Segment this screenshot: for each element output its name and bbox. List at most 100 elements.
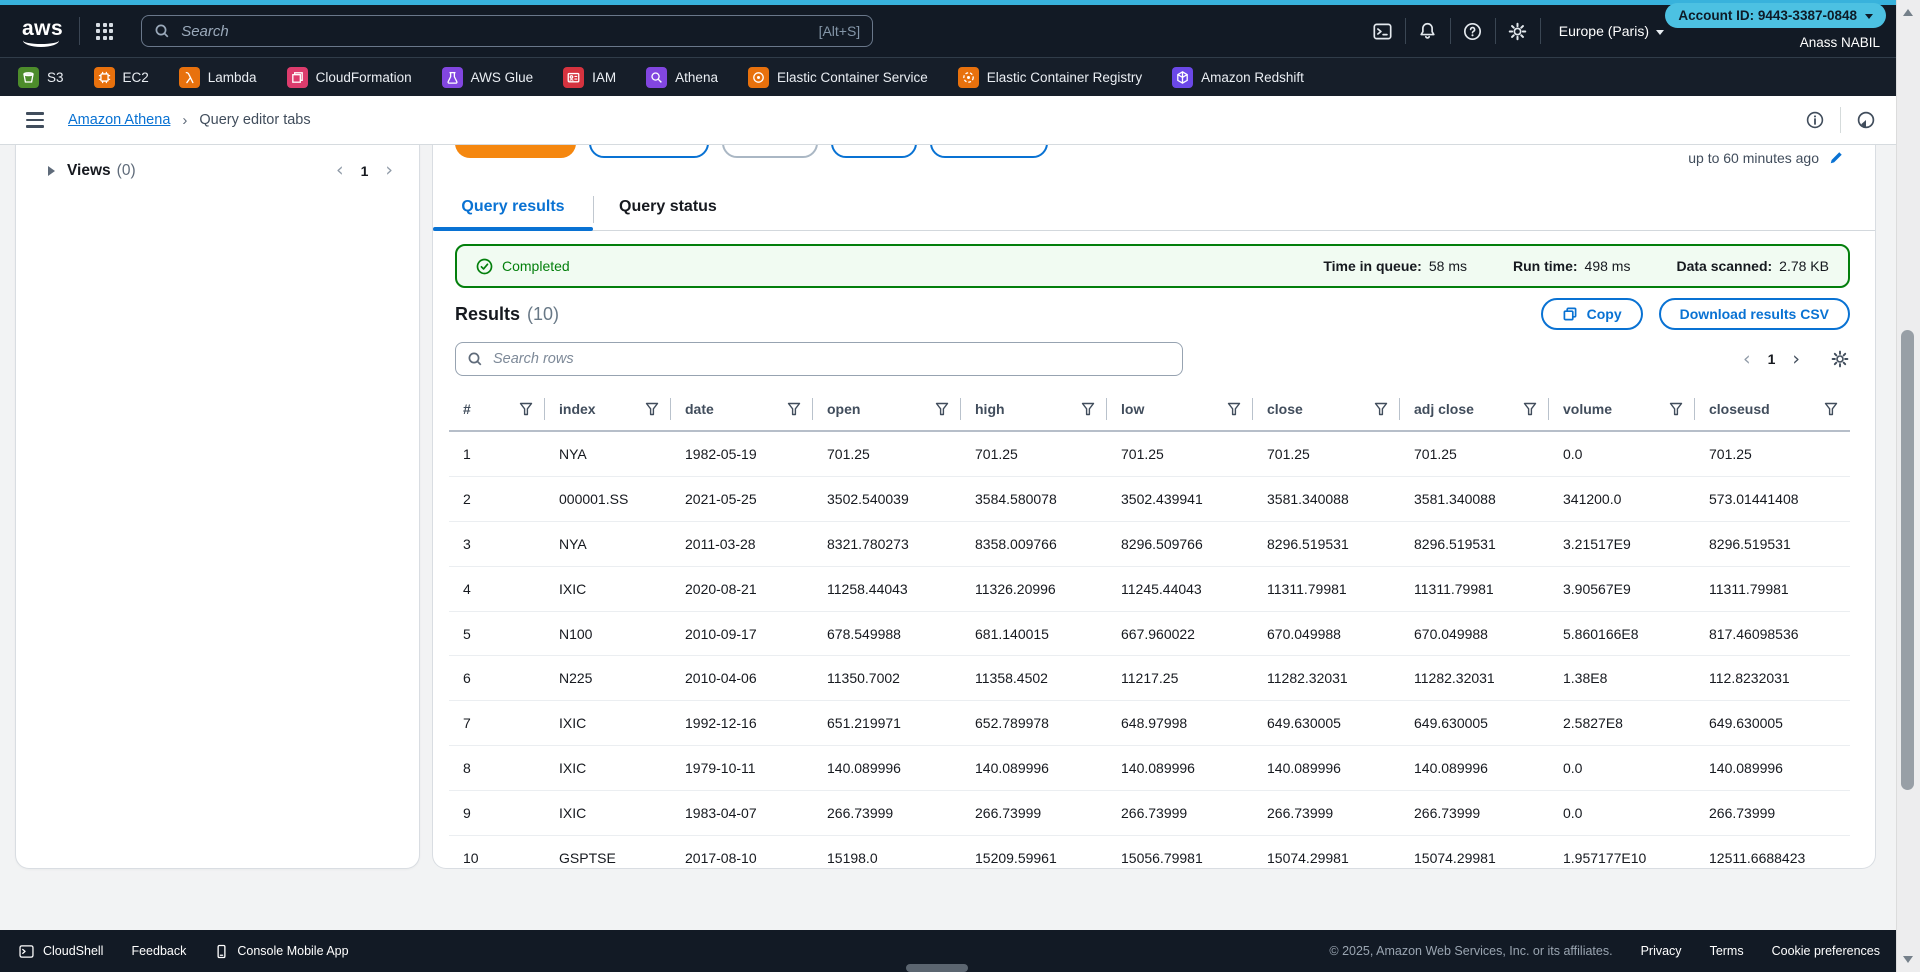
table-cell: 11311.79981 [1695, 567, 1850, 611]
filter-funnel-icon[interactable] [935, 402, 949, 416]
table-cell: N225 [545, 656, 671, 700]
help-icon[interactable] [1451, 21, 1495, 42]
favorite-service-amazon-redshift[interactable]: Amazon Redshift [1172, 67, 1304, 88]
chevron-right-icon[interactable]: › [1792, 350, 1800, 369]
banner-stat-value: 2.78 KB [1779, 258, 1829, 274]
tab-query-status[interactable]: Query status [619, 198, 717, 216]
filter-funnel-icon[interactable] [1669, 402, 1683, 416]
chevron-left-icon[interactable]: ‹ [1743, 350, 1751, 369]
secondary-action-button-clipped[interactable] [589, 145, 709, 158]
table-cell: 11258.44043 [813, 567, 961, 611]
footer-link-cloudshell[interactable]: CloudShell [18, 943, 103, 960]
banner-stat: Time in queue:58 ms [1323, 258, 1467, 274]
table-cell: 140.089996 [813, 746, 961, 790]
preferences-gear-icon[interactable] [1830, 349, 1850, 369]
vertical-scrollbar[interactable] [1896, 0, 1920, 972]
table-cell: 15056.79981 [1107, 836, 1253, 869]
table-cell: 2020-08-21 [671, 567, 813, 611]
footer-link-terms[interactable]: Terms [1710, 944, 1744, 958]
chevron-left-icon[interactable]: ‹ [336, 161, 344, 180]
favorite-service-athena[interactable]: Athena [646, 67, 718, 88]
favorite-service-label: Elastic Container Registry [987, 70, 1142, 85]
results-page-number[interactable]: 1 [1768, 351, 1776, 367]
chevron-right-icon[interactable]: › [385, 161, 393, 180]
column-header-label: date [685, 401, 714, 417]
reload-icon[interactable] [1856, 110, 1876, 130]
favorite-service-s3[interactable]: S3 [18, 67, 64, 88]
table-cell: 2021-05-25 [671, 477, 813, 521]
favorite-service-iam[interactable]: IAM [563, 67, 616, 88]
table-cell: 2011-03-28 [671, 522, 813, 566]
scroll-down-arrow[interactable] [1903, 956, 1913, 963]
disabled-action-button-clipped[interactable] [722, 145, 818, 158]
table-cell: 649.630005 [1695, 701, 1850, 745]
query-status-banner: Completed Time in queue:58 msRun time:49… [455, 244, 1850, 288]
footer-link-privacy[interactable]: Privacy [1641, 944, 1682, 958]
table-cell: IXIC [545, 701, 671, 745]
horizontal-scrollbar-fragment[interactable] [906, 964, 968, 972]
filter-funnel-icon[interactable] [1523, 402, 1537, 416]
primary-action-button-clipped[interactable] [455, 145, 576, 158]
filter-funnel-icon[interactable] [645, 402, 659, 416]
flask-icon [442, 67, 463, 88]
favorite-service-ec2[interactable]: EC2 [94, 67, 149, 88]
favorite-service-aws-glue[interactable]: AWS Glue [442, 67, 534, 88]
global-search-input[interactable] [179, 22, 809, 41]
edit-pencil-icon[interactable] [1828, 149, 1845, 166]
footer-link-console-mobile-app[interactable]: Console Mobile App [214, 944, 348, 959]
table-cell: N100 [545, 612, 671, 656]
notifications-bell-icon[interactable] [1406, 21, 1450, 42]
account-id-badge[interactable]: Account ID: 9443-3387-0848 [1665, 3, 1886, 28]
filter-funnel-icon[interactable] [787, 402, 801, 416]
favorite-service-label: S3 [47, 70, 64, 85]
global-search-bar[interactable]: [Alt+S] [141, 15, 873, 47]
banner-stat-label: Data scanned: [1676, 258, 1772, 274]
aws-logo[interactable]: aws [22, 17, 63, 49]
secondary-action-button-clipped[interactable] [930, 145, 1048, 158]
tab-query-results[interactable]: Query results [433, 198, 593, 216]
favorite-service-cloudformation[interactable]: CloudFormation [287, 67, 412, 88]
table-cell: 266.73999 [1695, 791, 1850, 835]
table-cell: 11326.20996 [961, 567, 1107, 611]
favorite-service-lambda[interactable]: Lambda [179, 67, 257, 88]
search-rows-box[interactable] [455, 342, 1183, 376]
table-cell: 000001.SS [545, 477, 671, 521]
column-header-low: low [1107, 388, 1253, 430]
saved-queries-panel: Views (0) ‹ 1 › [15, 145, 420, 869]
favorite-service-elastic-container-registry[interactable]: Elastic Container Registry [958, 67, 1142, 88]
table-cell: 3 [449, 522, 545, 566]
download-results-csv-button[interactable]: Download results CSV [1659, 298, 1850, 330]
filter-funnel-icon[interactable] [1374, 402, 1388, 416]
footer-link-cookie-preferences[interactable]: Cookie preferences [1772, 944, 1880, 958]
table-cell: 266.73999 [961, 791, 1107, 835]
secondary-action-button-clipped[interactable] [831, 145, 917, 158]
filter-funnel-icon[interactable] [1824, 402, 1838, 416]
table-cell: 4 [449, 567, 545, 611]
chevron-down-icon [1865, 14, 1873, 19]
footer-link-feedback[interactable]: Feedback [131, 944, 186, 958]
services-grid-icon[interactable] [96, 23, 113, 40]
region-selector[interactable]: Europe (Paris) [1541, 23, 1664, 39]
filter-funnel-icon[interactable] [1081, 402, 1095, 416]
table-cell: 8296.519531 [1695, 522, 1850, 566]
table-cell: 3502.439941 [1107, 477, 1253, 521]
info-icon[interactable] [1805, 110, 1825, 130]
favorite-service-elastic-container-service[interactable]: Elastic Container Service [748, 67, 928, 88]
user-name[interactable]: Anass NABIL [1800, 35, 1880, 50]
expand-triangle-icon[interactable] [48, 166, 55, 176]
table-cell: 6 [449, 656, 545, 700]
breadcrumb-link-athena[interactable]: Amazon Athena [68, 112, 170, 128]
breadcrumb-bar: Amazon Athena › Query editor tabs [0, 96, 1920, 145]
settings-gear-icon[interactable] [1496, 21, 1540, 42]
copy-button[interactable]: Copy [1541, 298, 1643, 330]
scrollbar-thumb[interactable] [1901, 330, 1914, 790]
hamburger-menu-icon[interactable] [26, 112, 44, 127]
search-rows-input[interactable] [491, 350, 1171, 368]
views-page-number[interactable]: 1 [361, 163, 369, 179]
table-cell: 1982-05-19 [671, 432, 813, 476]
table-row: 5N1002010-09-17678.549988681.140015667.9… [449, 612, 1850, 657]
cloudshell-icon[interactable] [1361, 21, 1405, 42]
filter-funnel-icon[interactable] [519, 402, 533, 416]
filter-funnel-icon[interactable] [1227, 402, 1241, 416]
scroll-up-arrow[interactable] [1903, 9, 1913, 16]
